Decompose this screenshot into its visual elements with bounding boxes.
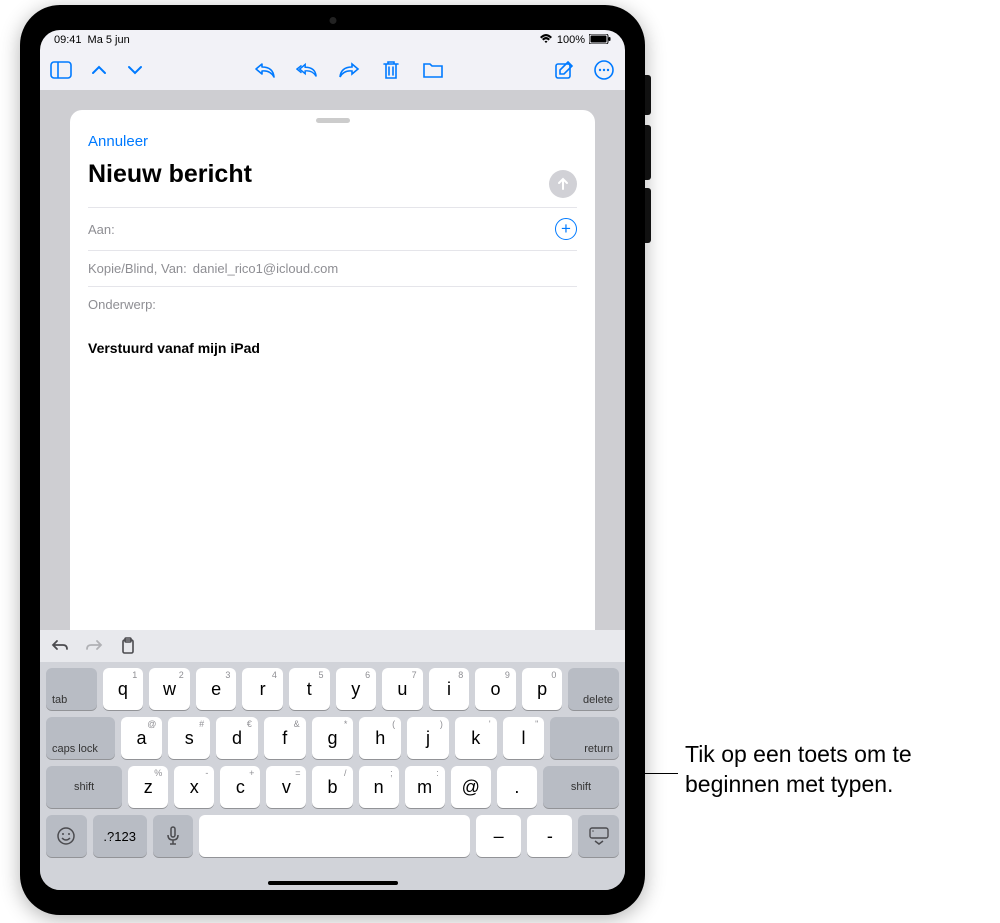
key-x[interactable]: x- [174, 766, 214, 808]
number-switch-key[interactable]: .?123 [93, 815, 147, 857]
key-r[interactable]: r4 [242, 668, 283, 710]
clipboard-icon[interactable] [118, 636, 138, 656]
dash-key[interactable]: – [476, 815, 521, 857]
key-o[interactable]: o9 [475, 668, 516, 710]
hyphen-key[interactable]: - [527, 815, 572, 857]
sidebar-toggle-icon[interactable] [50, 59, 72, 81]
reply-all-icon[interactable] [296, 59, 318, 81]
wifi-icon [539, 34, 553, 47]
key-i[interactable]: i8 [429, 668, 470, 710]
key-l[interactable]: l" [503, 717, 545, 759]
key-h[interactable]: h( [359, 717, 401, 759]
key-v[interactable]: v= [266, 766, 306, 808]
keyboard-keys: tab q1w2e3r4t5y6u7i8o9p0 delete caps loc… [40, 662, 625, 890]
key-j[interactable]: j) [407, 717, 449, 759]
prev-message-icon[interactable] [90, 59, 108, 81]
compose-title: Nieuw bericht [88, 160, 252, 207]
redo-icon[interactable] [84, 636, 104, 656]
delete-key[interactable]: delete [568, 668, 619, 710]
trash-icon[interactable] [380, 59, 402, 81]
key-e[interactable]: e3 [196, 668, 237, 710]
key-f[interactable]: f& [264, 717, 306, 759]
cancel-button[interactable]: Annuleer [88, 133, 148, 150]
key-a[interactable]: a@ [121, 717, 163, 759]
key-m[interactable]: m: [405, 766, 445, 808]
volume-up-button [645, 125, 651, 180]
subject-label: Onderwerp: [88, 297, 156, 312]
move-folder-icon[interactable] [422, 59, 444, 81]
callout-text: Tik op een toets om te beginnen met type… [685, 740, 995, 800]
to-field-row[interactable]: Aan: + [88, 207, 577, 250]
key-q[interactable]: q1 [103, 668, 144, 710]
undo-icon[interactable] [50, 636, 70, 656]
status-time: 09:41 [54, 34, 82, 46]
shift-left-key[interactable]: shift [46, 766, 122, 808]
key-t[interactable]: t5 [289, 668, 330, 710]
more-icon[interactable] [593, 59, 615, 81]
emoji-key[interactable] [46, 815, 87, 857]
forward-icon[interactable] [338, 59, 360, 81]
send-button[interactable] [549, 170, 577, 198]
key-@[interactable]: @ [451, 766, 491, 808]
compose-icon[interactable] [553, 59, 575, 81]
keyboard-toolbar [40, 630, 625, 662]
subject-field-row[interactable]: Onderwerp: [88, 286, 577, 322]
from-value: daniel_rico1@icloud.com [193, 261, 338, 276]
battery-percent: 100% [557, 34, 585, 46]
return-key[interactable]: return [550, 717, 619, 759]
mail-toolbar [40, 50, 625, 90]
power-button [645, 75, 651, 115]
key-n[interactable]: n; [359, 766, 399, 808]
key-s[interactable]: s# [168, 717, 210, 759]
key-k[interactable]: k' [455, 717, 497, 759]
status-date: Ma 5 jun [88, 34, 130, 46]
add-contact-button[interactable]: + [555, 218, 577, 240]
key-w[interactable]: w2 [149, 668, 190, 710]
key-d[interactable]: d€ [216, 717, 258, 759]
key-u[interactable]: u7 [382, 668, 423, 710]
next-message-icon[interactable] [126, 59, 144, 81]
key-z[interactable]: z% [128, 766, 168, 808]
reply-icon[interactable] [254, 59, 276, 81]
dictation-key[interactable] [153, 815, 194, 857]
volume-down-button [645, 188, 651, 243]
callout: Tik op een toets om te beginnen met type… [655, 740, 995, 800]
cc-label: Kopie/Blind, Van: [88, 261, 187, 276]
status-bar: 09:41 Ma 5 jun 100% [40, 30, 625, 50]
body-text[interactable]: Verstuurd vanaf mijn iPad [88, 322, 577, 630]
screen: 09:41 Ma 5 jun 100% [40, 30, 625, 890]
key-y[interactable]: y6 [336, 668, 377, 710]
compose-sheet: Annuleer Nieuw bericht Aan: + Kopie/Blin… [70, 110, 595, 630]
sheet-grabber[interactable] [316, 118, 350, 123]
to-label: Aan: [88, 222, 115, 237]
ipad-device-frame: 09:41 Ma 5 jun 100% [20, 5, 645, 915]
key-p[interactable]: p0 [522, 668, 563, 710]
keyboard: tab q1w2e3r4t5y6u7i8o9p0 delete caps loc… [40, 630, 625, 890]
dismiss-keyboard-key[interactable] [578, 815, 619, 857]
cc-field-row[interactable]: Kopie/Blind, Van: daniel_rico1@icloud.co… [88, 250, 577, 286]
key-.[interactable]: . [497, 766, 537, 808]
capslock-key[interactable]: caps lock [46, 717, 115, 759]
shift-right-key[interactable]: shift [543, 766, 619, 808]
tab-key[interactable]: tab [46, 668, 97, 710]
key-c[interactable]: c+ [220, 766, 260, 808]
battery-icon [589, 34, 611, 47]
key-g[interactable]: g* [312, 717, 354, 759]
home-indicator[interactable] [268, 881, 398, 885]
key-b[interactable]: b/ [312, 766, 352, 808]
space-key[interactable] [199, 815, 470, 857]
